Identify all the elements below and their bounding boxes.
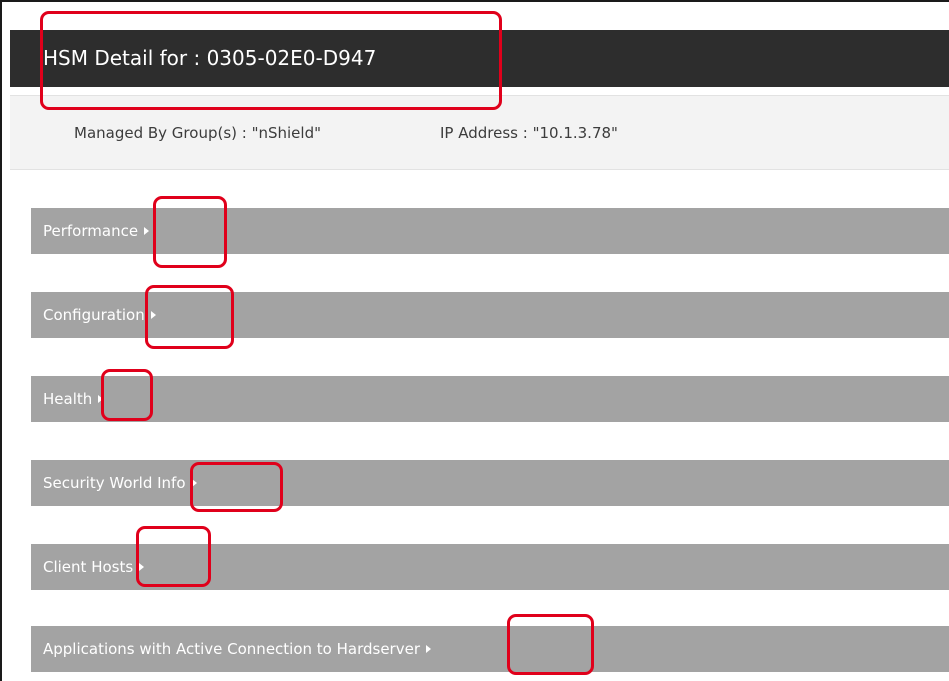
window-border-left bbox=[0, 0, 2, 681]
section-applications-hardserver[interactable]: Applications with Active Connection to H… bbox=[31, 626, 949, 672]
managed-by-group-text: Managed By Group(s) : "nShield" bbox=[74, 124, 322, 142]
section-label: Client Hosts bbox=[43, 558, 134, 576]
section-security-world-info[interactable]: Security World Info bbox=[31, 460, 949, 506]
ip-address-text: IP Address : "10.1.3.78" bbox=[440, 124, 618, 142]
section-label: Performance bbox=[43, 222, 139, 240]
section-client-hosts[interactable]: Client Hosts bbox=[31, 544, 949, 590]
expand-arrow-icon bbox=[191, 478, 197, 487]
section-label: Security World Info bbox=[43, 474, 186, 492]
expand-arrow-icon bbox=[426, 644, 431, 653]
section-label: Applications with Active Connection to H… bbox=[43, 640, 420, 658]
section-configuration[interactable]: Configuration bbox=[31, 292, 949, 338]
expand-arrow-icon bbox=[139, 562, 145, 571]
expand-arrow-icon bbox=[150, 310, 156, 319]
page-title: HSM Detail for : 0305-02E0-D947 bbox=[43, 46, 377, 70]
section-health[interactable]: Health bbox=[31, 376, 949, 422]
hsm-info-bar: Managed By Group(s) : "nShield" IP Addre… bbox=[10, 95, 949, 170]
section-label: Configuration bbox=[43, 306, 145, 324]
window-border-top bbox=[0, 0, 949, 2]
expand-arrow-icon bbox=[144, 226, 150, 235]
section-label: Health bbox=[43, 390, 93, 408]
hsm-detail-title-bar: HSM Detail for : 0305-02E0-D947 bbox=[10, 30, 949, 87]
expand-arrow-icon bbox=[98, 394, 104, 403]
section-performance[interactable]: Performance bbox=[31, 208, 949, 254]
hsm-detail-page: HSM Detail for : 0305-02E0-D947 Managed … bbox=[0, 0, 949, 681]
